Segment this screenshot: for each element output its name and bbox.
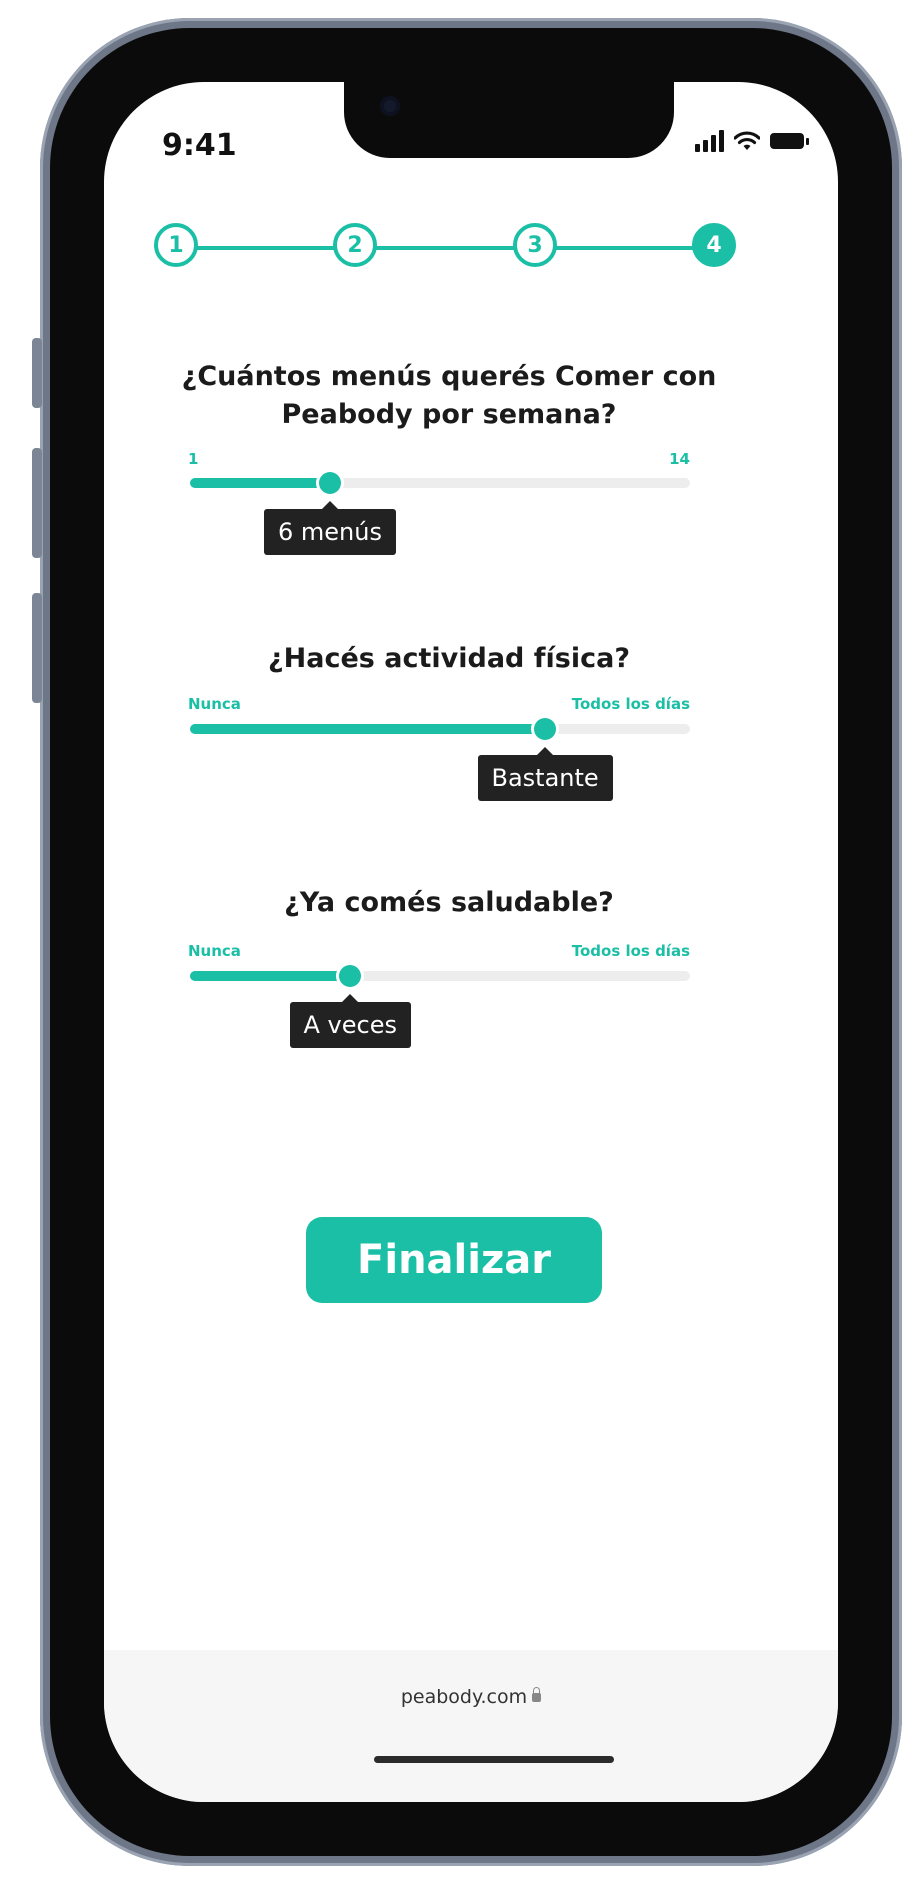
slider-value-tooltip: 6 menús (264, 501, 396, 555)
progress-stepper: 1 2 3 4 (154, 217, 736, 277)
slider-value-tooltip: Bastante (477, 747, 613, 801)
volume-up-button (32, 448, 42, 558)
slider-thumb[interactable] (534, 718, 556, 740)
step-3[interactable]: 3 (513, 223, 557, 267)
url-text[interactable]: peabody.com (104, 1686, 838, 1708)
range-min-label: Nunca (188, 695, 241, 713)
range-max-label: Todos los días (571, 942, 690, 960)
notch (344, 82, 674, 158)
finish-button[interactable]: Finalizar (306, 1217, 602, 1303)
slider-thumb[interactable] (339, 965, 361, 987)
range-max-label: 14 (669, 450, 690, 468)
phone-bezel: 9:41 1 2 3 4 ¿Cuántos menús querés Comer… (50, 28, 892, 1856)
activity-slider[interactable] (190, 718, 690, 740)
silent-switch (32, 338, 42, 408)
slider-value-tooltip: A veces (289, 994, 411, 1048)
url-label: peabody.com (400, 1686, 528, 1708)
question-menus-per-week: ¿Cuántos menús querés Comer con Peabody … (181, 361, 717, 430)
slider-thumb[interactable] (319, 472, 341, 494)
menus-slider[interactable] (190, 472, 690, 494)
step-2[interactable]: 2 (333, 223, 377, 267)
range-min-label: 1 (188, 450, 199, 468)
range-labels: Nunca Todos los días (188, 942, 690, 960)
volume-down-button (32, 593, 42, 703)
front-camera (380, 96, 400, 116)
slider-fill (190, 971, 350, 981)
question-eat-healthy: ¿Ya comés saludable? (284, 887, 614, 918)
stepper-line (178, 246, 712, 250)
range-max-label: Todos los días (571, 695, 690, 713)
phone-frame: 9:41 1 2 3 4 ¿Cuántos menús querés Comer… (32, 18, 902, 1866)
browser-url-bar[interactable]: peabody.com (104, 1650, 838, 1802)
range-labels: 1 14 (188, 450, 690, 468)
step-4[interactable]: 4 (692, 223, 736, 267)
step-1[interactable]: 1 (154, 223, 198, 267)
wifi-icon (734, 131, 760, 150)
home-indicator[interactable] (374, 1756, 614, 1763)
range-labels: Nunca Todos los días (188, 695, 690, 713)
battery-icon (770, 133, 809, 149)
slider-fill (190, 724, 545, 734)
status-icons (695, 130, 809, 152)
status-time: 9:41 (162, 128, 237, 163)
healthy-slider[interactable] (190, 965, 690, 987)
range-min-label: Nunca (188, 942, 241, 960)
lock-icon (532, 1687, 542, 1702)
phone-screen: 9:41 1 2 3 4 ¿Cuántos menús querés Comer… (104, 82, 838, 1802)
question-physical-activity: ¿Hacés actividad física? (268, 643, 630, 674)
signal-icon (695, 130, 724, 152)
slider-fill (190, 478, 330, 488)
